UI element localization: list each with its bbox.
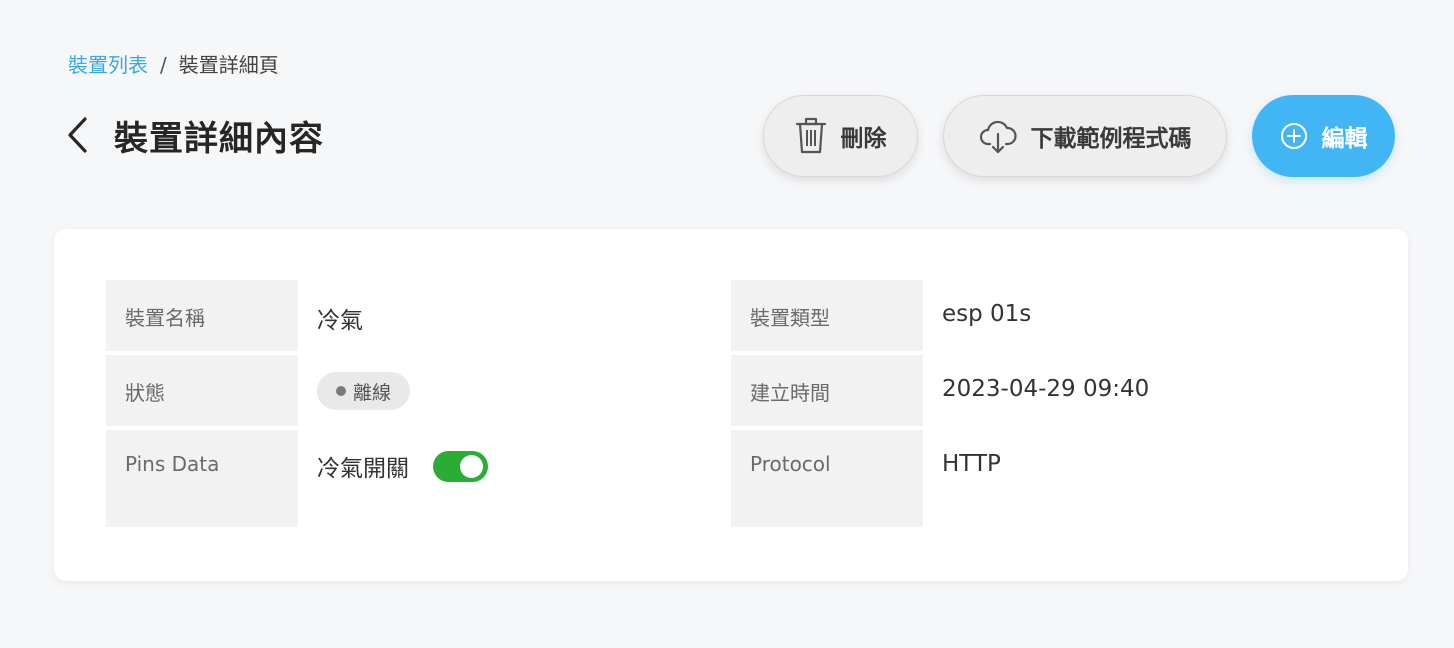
trash-icon: [795, 117, 826, 154]
delete-button-label: 刪除: [840, 126, 887, 152]
toggle-knob: [460, 454, 483, 478]
device-name-value: 冷氣: [317, 308, 363, 334]
download-sample-code-button[interactable]: 下載範例程式碼: [943, 95, 1227, 177]
page-header: 裝置詳細內容: [60, 108, 324, 162]
protocol-value: HTTP: [942, 451, 1001, 477]
status-label: 狀態: [106, 355, 298, 426]
plus-circle-icon: [1280, 123, 1307, 149]
download-button-label: 下載範例程式碼: [1030, 126, 1192, 152]
breadcrumb-current: 裝置詳細頁: [178, 53, 279, 77]
back-button[interactable]: [60, 108, 94, 162]
pin-toggle[interactable]: [433, 450, 488, 482]
breadcrumb-separator: /: [160, 53, 167, 77]
pin-row: 冷氣開關: [317, 449, 731, 483]
breadcrumb: 裝置列表 / 裝置詳細頁: [68, 51, 279, 79]
pins-data-value-cell: 冷氣開關: [298, 430, 731, 527]
pins-data-label: Pins Data: [106, 430, 298, 527]
device-name-label: 裝置名稱: [106, 280, 298, 351]
protocol-label: Protocol: [731, 430, 923, 527]
status-value-cell: 離線: [298, 355, 731, 426]
status-badge-text: 離線: [353, 381, 392, 404]
status-dot-icon: [336, 386, 346, 396]
edit-button-label: 編輯: [1321, 126, 1368, 152]
created-time-value: 2023-04-29 09:40: [942, 376, 1150, 402]
edit-button[interactable]: 編輯: [1252, 95, 1395, 177]
status-badge: 離線: [317, 372, 411, 410]
chevron-left-icon: [68, 117, 87, 153]
device-detail-card: 裝置名稱 冷氣 裝置類型 esp 01s 狀態 離線 建立時間 2023-04-…: [54, 229, 1408, 581]
device-type-value: esp 01s: [942, 301, 1032, 327]
cloud-download-icon: [979, 120, 1017, 154]
created-time-label: 建立時間: [731, 355, 923, 426]
delete-button[interactable]: 刪除: [763, 95, 918, 177]
pin-name: 冷氣開關: [317, 456, 409, 482]
page-title: 裝置詳細內容: [114, 118, 324, 159]
device-type-label: 裝置類型: [731, 280, 923, 351]
breadcrumb-device-list-link[interactable]: 裝置列表: [68, 51, 148, 79]
